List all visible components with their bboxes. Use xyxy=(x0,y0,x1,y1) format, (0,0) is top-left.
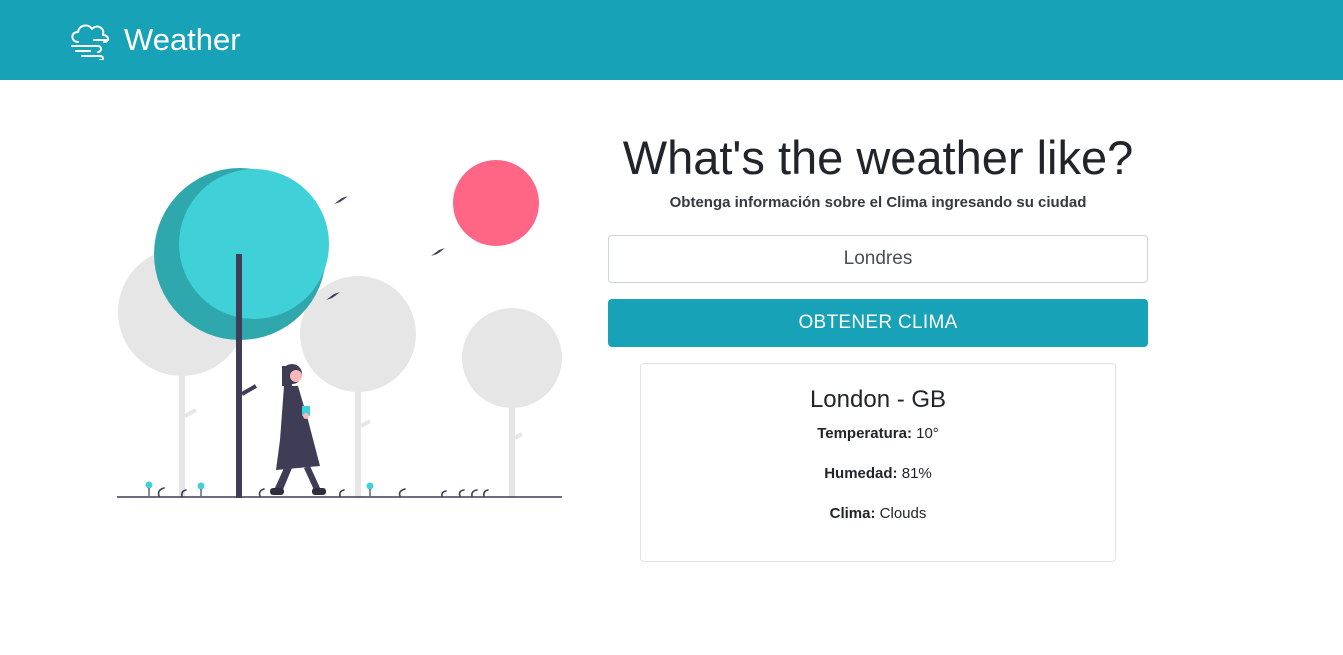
grey-tree-right xyxy=(462,308,562,408)
grey-tree-center xyxy=(300,276,416,392)
navbar: Weather xyxy=(0,0,1343,80)
sky-label: Clima: xyxy=(829,505,876,522)
page-title: What's the weather like? xyxy=(622,131,1134,184)
temperature-value: 10° xyxy=(916,425,939,442)
humidity-label: Humedad: xyxy=(824,465,898,482)
sky-value: Clouds xyxy=(879,505,927,522)
cloud-wind-icon xyxy=(71,24,109,60)
get-weather-button[interactable]: OBTENER CLIMA xyxy=(608,299,1148,347)
sky-row: Clima: Clouds xyxy=(641,503,1115,525)
page-subtitle: Obtenga información sobre el Clima ingre… xyxy=(669,194,1087,211)
sun xyxy=(453,160,539,246)
walking-woman-illustration xyxy=(117,160,562,498)
brand-link[interactable]: Weather xyxy=(68,20,241,60)
walking-woman xyxy=(270,364,326,495)
humidity-row: Humedad: 81% xyxy=(641,463,1115,485)
weather-result-card: London - GB Temperatura: 10° Humedad: 81… xyxy=(640,363,1116,562)
result-location: London - GB xyxy=(809,386,947,413)
brand-text: Weather xyxy=(124,22,241,57)
temperature-label: Temperatura: xyxy=(817,425,912,442)
bird xyxy=(334,196,348,204)
bird xyxy=(431,248,445,256)
city-input[interactable] xyxy=(608,235,1148,283)
temperature-row: Temperatura: 10° xyxy=(641,423,1115,445)
humidity-value: 81% xyxy=(901,465,932,482)
